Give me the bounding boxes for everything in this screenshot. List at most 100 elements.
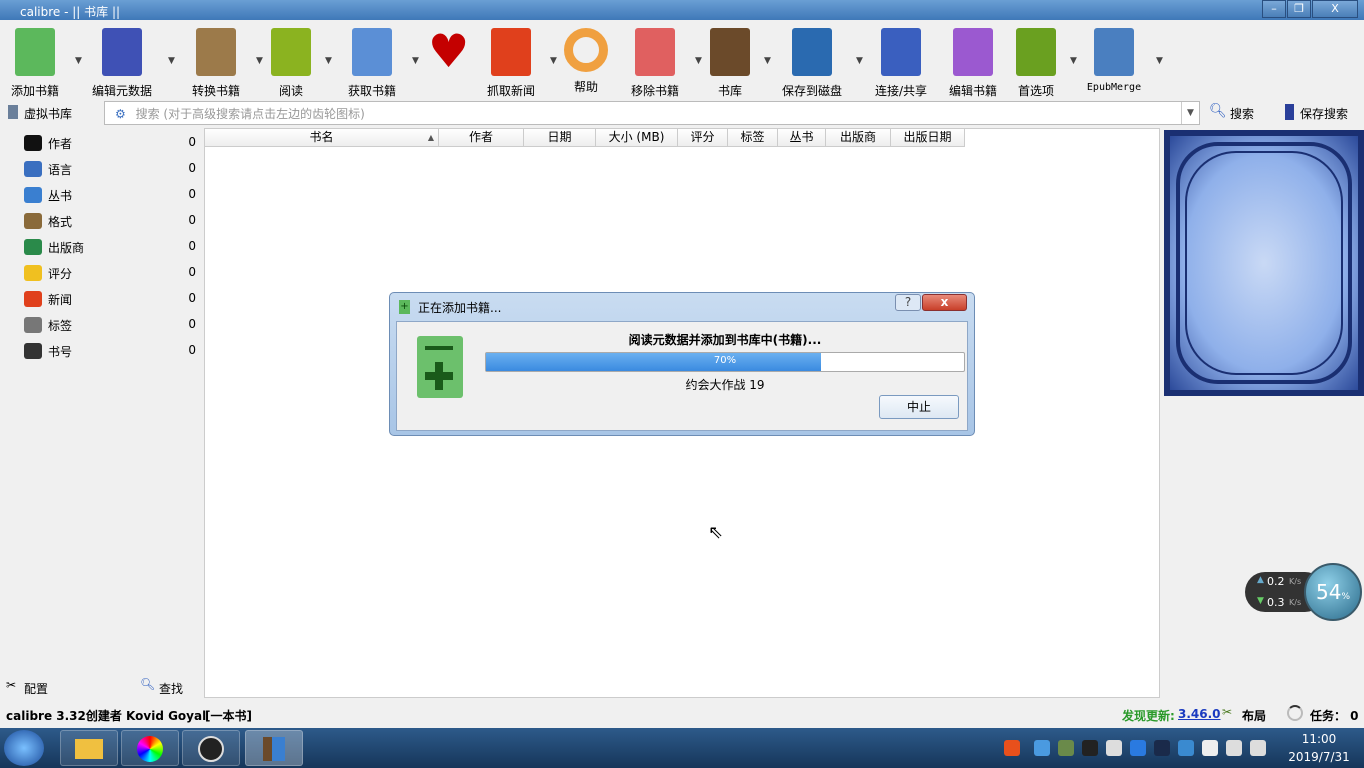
column-header[interactable]: 评分: [678, 129, 728, 147]
column-header[interactable]: 出版商: [826, 129, 891, 147]
action-center-flag-icon[interactable]: [1106, 740, 1122, 756]
close-button[interactable]: X: [1312, 0, 1358, 18]
taskbar-calibre[interactable]: [245, 730, 303, 766]
dropdown-arrow-icon[interactable]: ▼: [168, 56, 175, 66]
toolbar-button-10[interactable]: 书库: [690, 24, 770, 99]
window-title: calibre - || 书库 ||: [20, 5, 121, 19]
clock-date[interactable]: 2019/7/31: [1276, 750, 1362, 764]
adding-books-dialog: + 正在添加书籍... ? x 阅读元数据并添加到书库中(书籍)... 70% …: [389, 292, 975, 436]
toolbar-button-5[interactable]: 获取书籍: [332, 24, 412, 99]
column-header[interactable]: 作者: [439, 129, 524, 147]
column-header[interactable]: 标签: [728, 129, 778, 147]
category-person[interactable]: 作者 0: [24, 133, 196, 153]
category-series[interactable]: 丛书 0: [24, 185, 196, 205]
save-search-button[interactable]: 保存搜索: [1300, 105, 1348, 122]
volume-icon[interactable]: [1226, 740, 1242, 756]
category-tag[interactable]: 标签 0: [24, 315, 196, 335]
jobs-button[interactable]: 任务： 0: [1310, 707, 1359, 724]
column-header[interactable]: 书名 ▲: [205, 129, 439, 147]
progress-message: 阅读元数据并添加到书库中(书籍)...: [628, 333, 822, 347]
category-count: 0: [188, 265, 196, 279]
download-unit: K/s: [1289, 598, 1302, 607]
taskbar-obs[interactable]: [182, 730, 240, 766]
column-header[interactable]: 丛书: [778, 129, 826, 147]
toolbar-button-8[interactable]: 帮助: [546, 24, 626, 95]
read-book-icon: [271, 28, 311, 76]
search-button[interactable]: 搜索: [1230, 105, 1254, 122]
category-format[interactable]: 格式 0: [24, 211, 196, 231]
title-bar: calibre - || 书库 || – ❐ X: [0, 0, 1364, 20]
maximize-button[interactable]: ❐: [1287, 0, 1311, 18]
cover-panel: [1164, 130, 1364, 396]
toolbar-button-7[interactable]: 抓取新闻: [471, 24, 551, 99]
current-item: 约会大作战 19: [685, 378, 765, 392]
status-version: calibre 3.32创建者 Kovid Goyal: [6, 709, 207, 723]
category-star[interactable]: 评分 0: [24, 263, 196, 283]
status-bar: calibre 3.32创建者 Kovid Goyal [一本书] 发现更新: …: [0, 700, 1364, 728]
toolbar-button-15[interactable]: EpubMerge: [1074, 24, 1154, 93]
network-signal-icon[interactable]: [1250, 740, 1266, 756]
category-news[interactable]: 新闻 0: [24, 289, 196, 309]
sogou-ime-icon[interactable]: [1004, 740, 1020, 756]
safe-remove-icon[interactable]: [1058, 740, 1074, 756]
taskbar-explorer[interactable]: [60, 730, 118, 766]
status-book-count: [一本书]: [205, 709, 252, 723]
category-barcode[interactable]: 书号 0: [24, 341, 196, 361]
add-book-large-icon: [417, 336, 463, 398]
power-icon[interactable]: [1202, 740, 1218, 756]
language-icon: [24, 161, 42, 177]
category-count: 0: [188, 187, 196, 201]
search-history-dropdown[interactable]: ▼: [1181, 102, 1199, 124]
usb-icon[interactable]: [1034, 740, 1050, 756]
column-header[interactable]: 大小 (MB): [596, 129, 678, 147]
remove-book-icon: [635, 28, 675, 76]
connect-share-icon: [881, 28, 921, 76]
gear-icon[interactable]: ⚙: [115, 107, 126, 121]
toolbar-button-12[interactable]: 连接/共享: [861, 24, 941, 99]
column-header-label: 丛书: [789, 130, 814, 144]
clock-time[interactable]: 11:00: [1284, 732, 1354, 746]
toolbar-button-2[interactable]: 编辑元数据: [82, 24, 162, 99]
configure-button[interactable]: 配置: [24, 680, 48, 697]
dropdown-arrow-icon[interactable]: ▼: [325, 56, 332, 66]
minimize-button[interactable]: –: [1262, 0, 1286, 18]
virtual-library-button[interactable]: 虚拟书库: [24, 105, 72, 122]
dialog-close-button[interactable]: x: [922, 294, 967, 311]
toolbar-button-label: 转换书籍: [191, 84, 240, 98]
find-button[interactable]: 查找: [159, 680, 183, 697]
format-icon: [24, 213, 42, 229]
security-shield-icon[interactable]: [1130, 740, 1146, 756]
toolbar-button-11[interactable]: 保存到磁盘: [772, 24, 852, 99]
toolbar-button-3[interactable]: 转换书籍: [176, 24, 256, 99]
toolbar-button-4[interactable]: 阅读: [251, 24, 331, 99]
obs-tray-icon[interactable]: [1082, 740, 1098, 756]
start-button[interactable]: [4, 730, 44, 766]
help-button[interactable]: ?: [895, 294, 921, 311]
percent-sign: %: [1341, 592, 1350, 602]
search-input[interactable]: ⚙ 搜索 (对于高级搜索请点击左边的齿轮图标) ▼: [104, 101, 1200, 125]
taskbar-color-app[interactable]: [121, 730, 179, 766]
bluetooth-icon[interactable]: [1154, 740, 1170, 756]
memory-globe[interactable]: 54%: [1304, 563, 1362, 621]
update-link[interactable]: 3.46.0: [1178, 707, 1221, 721]
download-speed: 0.3: [1267, 596, 1285, 609]
dropdown-arrow-icon[interactable]: ▼: [1156, 56, 1163, 66]
library-icon: [710, 28, 750, 76]
abort-button[interactable]: 中止: [879, 395, 959, 419]
layout-button[interactable]: 布局: [1242, 707, 1266, 724]
category-publisher[interactable]: 出版商 0: [24, 237, 196, 257]
column-header[interactable]: 日期: [524, 129, 596, 147]
toolbar-button-1[interactable]: 添加书籍: [0, 24, 75, 99]
category-language[interactable]: 语言 0: [24, 159, 196, 179]
toolbar-button-9[interactable]: 移除书籍: [615, 24, 695, 99]
download-arrow-icon: ▼: [1257, 596, 1264, 606]
toolbar-button-14[interactable]: 首选项: [996, 24, 1076, 99]
column-header[interactable]: 出版日期: [891, 129, 965, 147]
column-header-label: 日期: [547, 130, 572, 144]
category-name: 新闻: [48, 293, 73, 307]
toolbar-button-label: 保存到磁盘: [781, 84, 842, 98]
dropdown-arrow-icon[interactable]: ▼: [75, 56, 82, 66]
column-header-label: 评分: [690, 130, 715, 144]
input-method-icon[interactable]: [1178, 740, 1194, 756]
dropdown-arrow-icon[interactable]: ▼: [764, 56, 771, 66]
